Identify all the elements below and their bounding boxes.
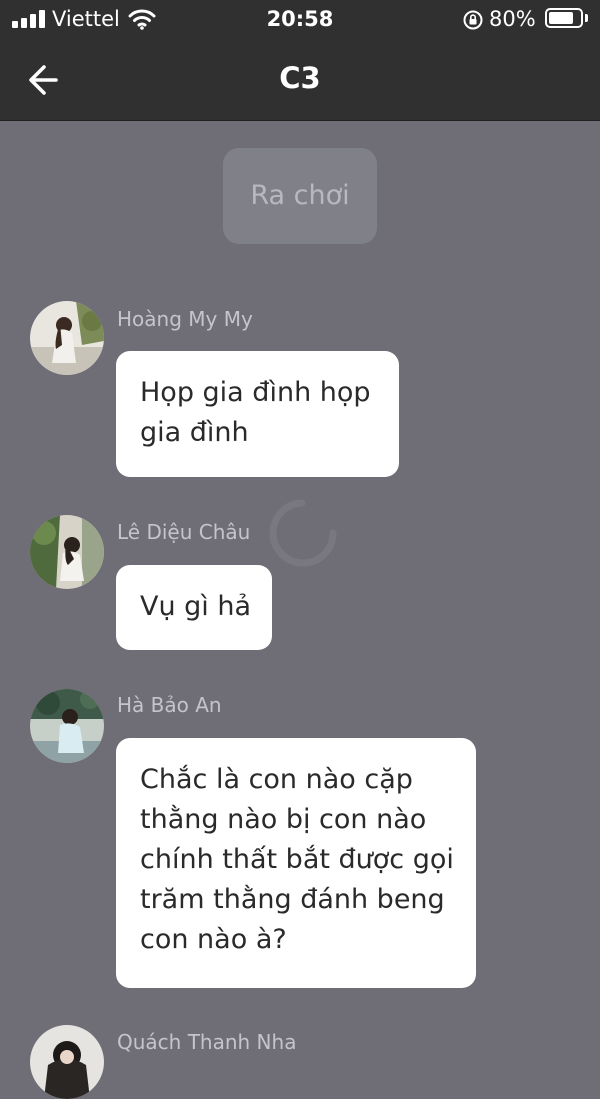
message-bubble[interactable]: Họp gia đình họp gia đình bbox=[116, 351, 399, 477]
message-text-line: chính thất bắt được gọi bbox=[140, 844, 454, 875]
message-text-line: Vụ gì hả bbox=[140, 591, 252, 622]
message-text-line: trăm thằng đánh beng bbox=[140, 884, 445, 915]
avatar[interactable] bbox=[30, 301, 104, 375]
chat-title: C3 bbox=[279, 61, 321, 95]
message-bubble[interactable]: Chắc là con nào cặp thằng nào bị con nào… bbox=[116, 738, 476, 988]
sender-name: Quách Thanh Nha bbox=[117, 1030, 297, 1054]
message-bubble[interactable]: Vụ gì hả bbox=[116, 565, 272, 650]
sender-name: Lê Diệu Châu bbox=[117, 520, 251, 544]
sender-name: Hà Bảo An bbox=[117, 693, 222, 717]
avatar[interactable] bbox=[30, 1025, 104, 1099]
rotation-lock-icon bbox=[463, 10, 483, 30]
sender-name: Hoàng My My bbox=[117, 307, 253, 331]
loading-spinner-icon bbox=[269, 499, 337, 567]
avatar[interactable] bbox=[30, 689, 104, 763]
message-text-line: gia đình bbox=[140, 417, 249, 448]
status-bar: Viettel 20:58 80% bbox=[0, 0, 600, 40]
battery-fill bbox=[549, 12, 573, 24]
message-text-line: con nào à? bbox=[140, 924, 287, 955]
message-text-line: thằng nào bị con nào bbox=[140, 804, 427, 835]
battery-tip bbox=[585, 14, 588, 22]
message-text-line: Họp gia đình họp bbox=[140, 377, 371, 408]
message-text-line: Chắc là con nào cặp bbox=[140, 764, 413, 795]
system-message: Ra chơi bbox=[223, 148, 377, 244]
nav-bar: C3 bbox=[0, 40, 600, 121]
avatar[interactable] bbox=[30, 515, 104, 589]
battery-icon bbox=[545, 8, 583, 28]
battery-percent: 80% bbox=[489, 7, 536, 31]
